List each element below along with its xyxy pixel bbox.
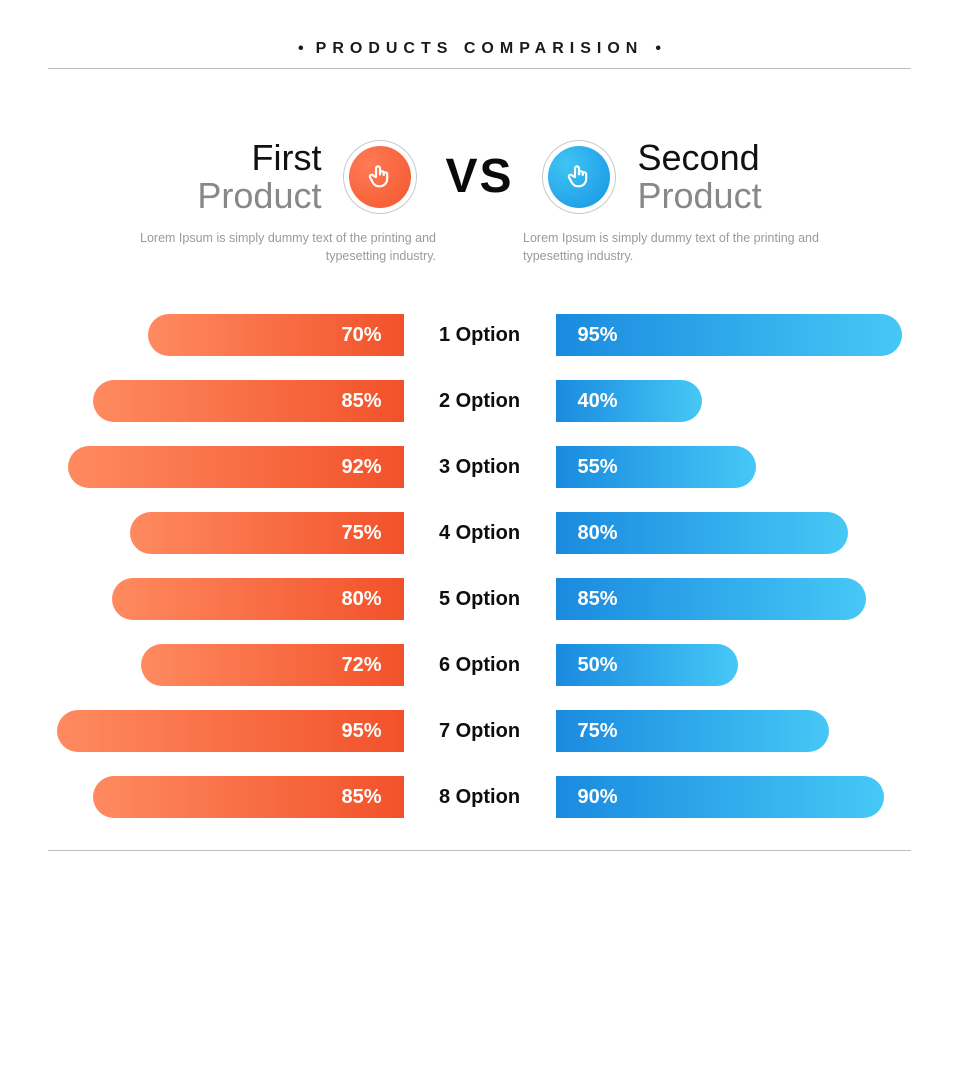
row-label: 7 Option <box>404 720 556 743</box>
subtitle-row: Lorem Ipsum is simply dummy text of the … <box>136 229 823 267</box>
bar-right: 55% <box>556 446 757 488</box>
product-left-name-line2: Product <box>197 177 321 215</box>
product-right-name-line1: Second <box>638 139 760 177</box>
bar-left: 72% <box>141 644 404 686</box>
product-right-title: Second Product <box>638 139 762 215</box>
comparison-row: 95% 7 Option 75% <box>48 710 911 752</box>
bar-right: 50% <box>556 644 739 686</box>
bar-slot-right: 40% <box>556 380 912 422</box>
product-right-name-line2: Product <box>638 177 762 215</box>
bar-slot-right: 80% <box>556 512 912 554</box>
bar-slot-left: 85% <box>48 380 404 422</box>
comparison-row: 72% 6 Option 50% <box>48 644 911 686</box>
bar-right-value: 40% <box>578 390 618 413</box>
product-left-badge <box>343 140 417 214</box>
bar-left: 92% <box>68 446 404 488</box>
bar-right-value: 80% <box>578 522 618 545</box>
bar-left-value: 75% <box>341 522 381 545</box>
bar-slot-right: 95% <box>556 314 912 356</box>
bar-right-value: 75% <box>578 720 618 743</box>
bar-right: 85% <box>556 578 866 620</box>
comparison-row: 80% 5 Option 85% <box>48 578 911 620</box>
bar-slot-left: 80% <box>48 578 404 620</box>
bar-slot-left: 92% <box>48 446 404 488</box>
product-right-subtitle: Lorem Ipsum is simply dummy text of the … <box>523 229 823 267</box>
bar-right-value: 95% <box>578 324 618 347</box>
bar-right: 80% <box>556 512 848 554</box>
pointer-icon <box>349 146 411 208</box>
bar-right-value: 50% <box>578 654 618 677</box>
bar-right-value: 85% <box>578 588 618 611</box>
vs-label: VS <box>445 149 513 204</box>
bar-slot-right: 55% <box>556 446 912 488</box>
pointer-icon <box>548 146 610 208</box>
row-label: 8 Option <box>404 786 556 809</box>
product-left-name-line1: First <box>252 139 322 177</box>
bar-left: 95% <box>57 710 404 752</box>
bar-left: 85% <box>93 776 403 818</box>
row-label: 1 Option <box>404 324 556 347</box>
comparison-row: 85% 8 Option 90% <box>48 776 911 818</box>
bar-left-value: 80% <box>341 588 381 611</box>
bar-right: 95% <box>556 314 903 356</box>
row-label: 4 Option <box>404 522 556 545</box>
bar-left: 75% <box>130 512 404 554</box>
bar-slot-right: 90% <box>556 776 912 818</box>
header-row: First Product VS <box>48 139 911 215</box>
bar-left: 70% <box>148 314 404 356</box>
bar-right: 75% <box>556 710 830 752</box>
page-title: PRODUCTS COMPARISION <box>48 40 911 58</box>
comparison-chart: 70% 1 Option 95% 85% 2 Option 40% 92% 3 Option 5… <box>48 314 911 818</box>
bar-slot-right: 85% <box>556 578 912 620</box>
bar-right-value: 90% <box>578 786 618 809</box>
bar-slot-left: 75% <box>48 512 404 554</box>
bar-slot-left: 95% <box>48 710 404 752</box>
product-left-subtitle: Lorem Ipsum is simply dummy text of the … <box>136 229 436 267</box>
product-right-header: Second Product <box>542 139 862 215</box>
bar-left-value: 85% <box>341 390 381 413</box>
comparison-row: 70% 1 Option 95% <box>48 314 911 356</box>
row-label: 5 Option <box>404 588 556 611</box>
bar-left-value: 70% <box>341 324 381 347</box>
bar-slot-right: 75% <box>556 710 912 752</box>
bar-left-value: 92% <box>341 456 381 479</box>
bar-slot-left: 72% <box>48 644 404 686</box>
bar-left: 85% <box>93 380 403 422</box>
row-label: 6 Option <box>404 654 556 677</box>
divider-bottom <box>48 850 911 851</box>
row-label: 3 Option <box>404 456 556 479</box>
row-label: 2 Option <box>404 390 556 413</box>
bar-slot-left: 70% <box>48 314 404 356</box>
bar-left-value: 85% <box>341 786 381 809</box>
bar-left: 80% <box>112 578 404 620</box>
product-left-title: First Product <box>197 139 321 215</box>
product-left-header: First Product <box>97 139 417 215</box>
bar-right: 40% <box>556 380 702 422</box>
comparison-row: 85% 2 Option 40% <box>48 380 911 422</box>
bar-slot-left: 85% <box>48 776 404 818</box>
bar-left-value: 72% <box>341 654 381 677</box>
bar-right-value: 55% <box>578 456 618 479</box>
product-right-badge <box>542 140 616 214</box>
comparison-infographic: PRODUCTS COMPARISION First Product VS <box>0 0 959 1080</box>
divider-top <box>48 68 911 69</box>
bar-right: 90% <box>556 776 885 818</box>
bar-slot-right: 50% <box>556 644 912 686</box>
comparison-row: 92% 3 Option 55% <box>48 446 911 488</box>
bar-left-value: 95% <box>341 720 381 743</box>
comparison-row: 75% 4 Option 80% <box>48 512 911 554</box>
